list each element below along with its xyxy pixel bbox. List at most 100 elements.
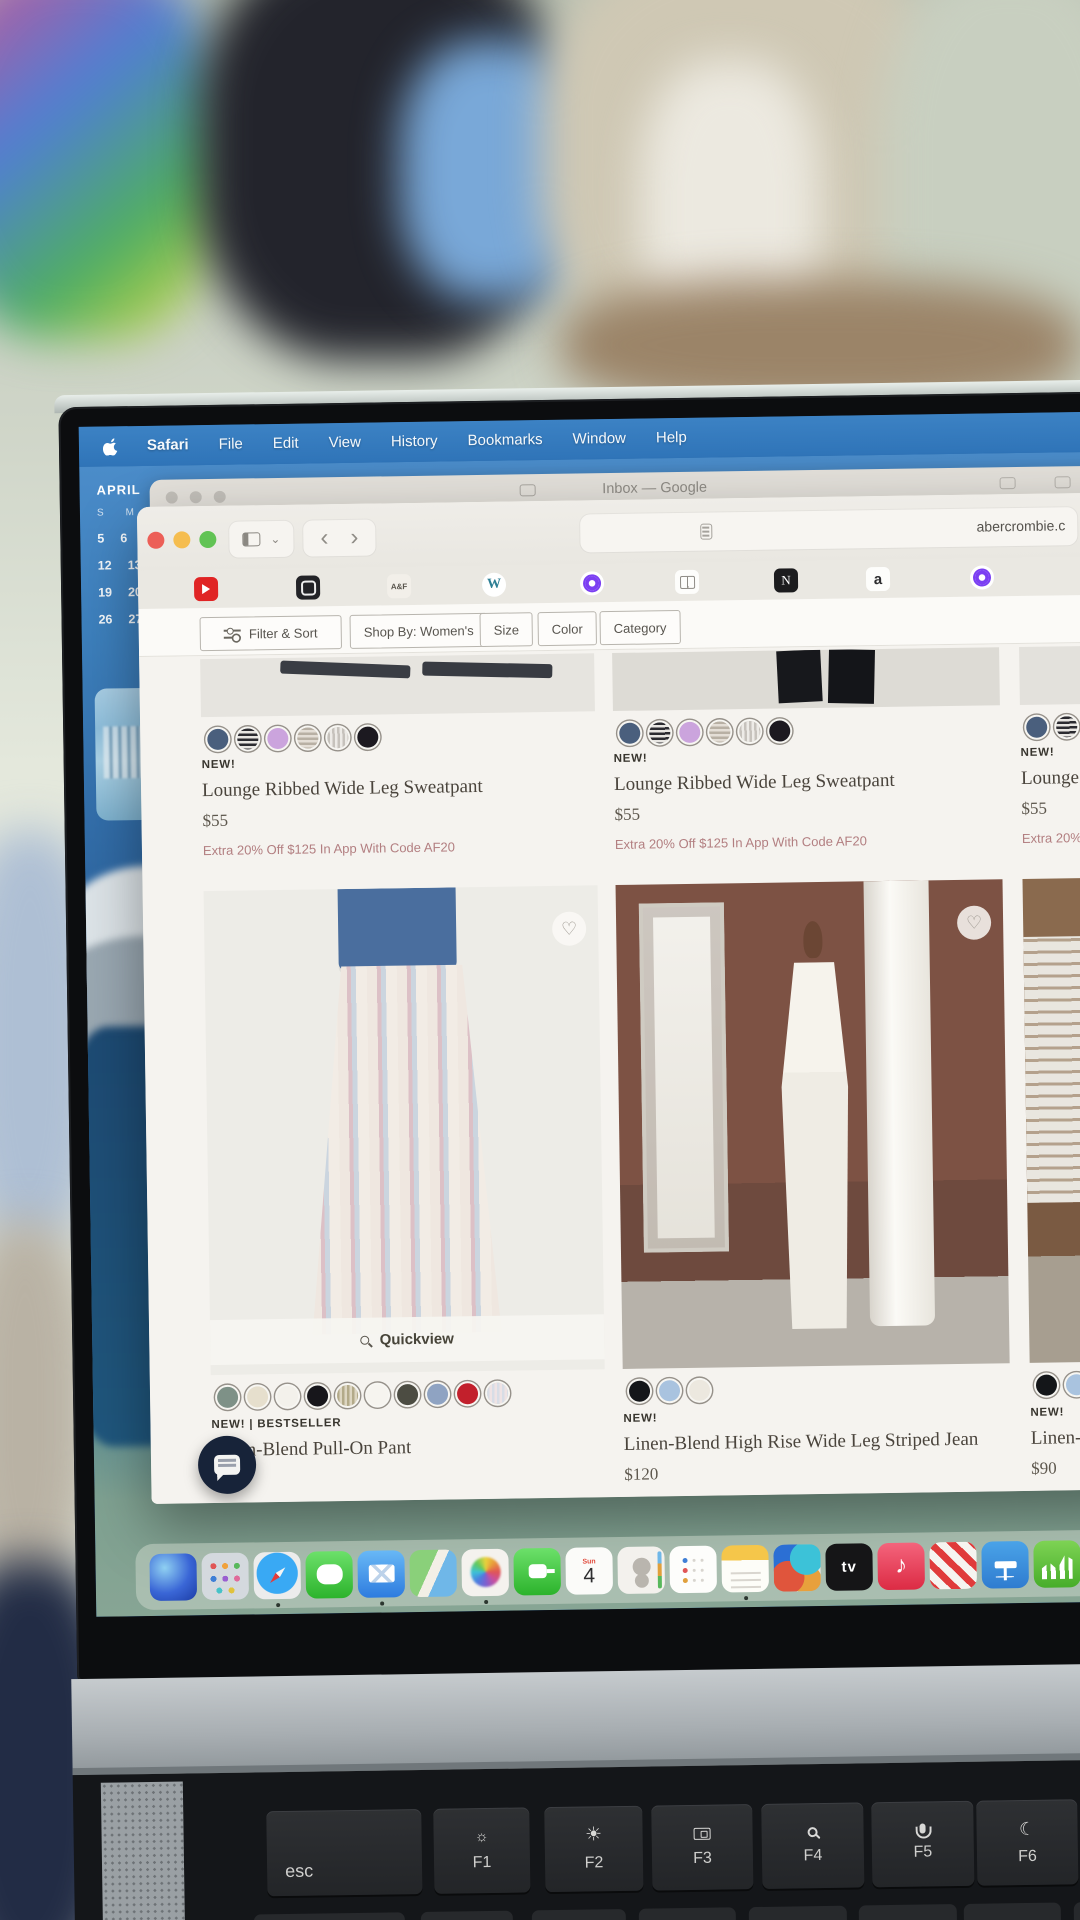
quickview-button[interactable]: Quickview xyxy=(209,1314,605,1366)
color-swatch[interactable] xyxy=(688,1379,711,1401)
appletv-dock-icon[interactable]: tv xyxy=(825,1542,874,1591)
calendar-dock-icon[interactable]: Sun 4 xyxy=(565,1546,614,1595)
key-f4[interactable]: F4 xyxy=(761,1802,865,1889)
calendar-date[interactable]: 5 xyxy=(97,532,104,546)
product-card[interactable]: NEW! Lounge Ribbed Wide Leg Sweatpant $55 E… xyxy=(200,653,597,869)
filter-button-size[interactable]: Size xyxy=(479,612,534,647)
instagram-favorite-icon[interactable] xyxy=(295,575,321,600)
reader-icon[interactable] xyxy=(700,523,713,540)
product-image[interactable] xyxy=(612,647,1000,712)
color-swatch[interactable] xyxy=(628,1380,651,1402)
grid-favorite-icon[interactable] xyxy=(674,569,700,595)
filter-button-shop-by-women-s[interactable]: Shop By: Women's xyxy=(349,612,488,649)
color-swatch[interactable] xyxy=(246,1386,269,1408)
product-image[interactable] xyxy=(615,879,1010,1369)
menu-history[interactable]: History xyxy=(376,432,453,451)
n-favorite-icon[interactable]: N xyxy=(773,568,799,593)
calendar-date[interactable]: 26 xyxy=(98,612,112,626)
reminders-dock-icon[interactable] xyxy=(669,1545,718,1593)
key-f1[interactable]: ☼ F1 xyxy=(433,1807,531,1894)
product-image[interactable] xyxy=(1019,644,1080,705)
close-button[interactable] xyxy=(147,531,165,549)
color-swatch[interactable] xyxy=(297,727,319,749)
forward-button[interactable]: › xyxy=(344,524,364,551)
menu-view[interactable]: View xyxy=(314,434,376,452)
color-swatch[interactable] xyxy=(486,1382,509,1404)
color-swatch[interactable] xyxy=(1026,716,1048,738)
product-card[interactable]: NEW! Lounge Ribbed Wide Leg Sweatpant $55 E… xyxy=(612,647,1002,863)
color-swatch[interactable] xyxy=(426,1383,449,1405)
minimize-button[interactable] xyxy=(173,531,191,549)
siri-dock-icon[interactable] xyxy=(149,1552,198,1601)
color-swatch[interactable] xyxy=(709,721,731,743)
zoom-button[interactable] xyxy=(199,530,217,549)
notes-dock-icon[interactable] xyxy=(721,1544,770,1600)
color-swatch[interactable] xyxy=(1065,1374,1080,1396)
address-bar[interactable]: abercrombie.c xyxy=(580,507,1078,553)
color-swatch[interactable] xyxy=(769,720,791,742)
second-row-key[interactable] xyxy=(858,1904,958,1920)
product-image[interactable] xyxy=(203,885,605,1376)
color-swatch[interactable] xyxy=(306,1385,329,1407)
color-swatch[interactable] xyxy=(649,722,671,744)
filter-button-color[interactable]: Color xyxy=(537,611,598,647)
color-swatch[interactable] xyxy=(619,722,641,744)
second-row-key[interactable] xyxy=(963,1902,1062,1920)
color-swatch[interactable] xyxy=(1035,1374,1058,1396)
colorapp-dock-icon[interactable] xyxy=(773,1543,822,1592)
facetime-dock-icon[interactable] xyxy=(513,1547,562,1596)
mail-dock-icon[interactable] xyxy=(357,1549,406,1606)
photos-dock-icon[interactable] xyxy=(461,1548,510,1604)
numbers-dock-icon[interactable] xyxy=(1033,1539,1080,1588)
key-f3[interactable]: F3 xyxy=(651,1804,754,1891)
color-swatch[interactable] xyxy=(658,1380,681,1402)
color-swatch[interactable] xyxy=(207,728,229,751)
color-swatch[interactable] xyxy=(276,1385,299,1408)
product-image[interactable] xyxy=(1022,876,1080,1363)
second-row-key[interactable] xyxy=(420,1910,514,1920)
apple-menu[interactable] xyxy=(102,437,118,456)
key-f5[interactable]: F5 xyxy=(871,1800,975,1888)
color-swatch[interactable] xyxy=(267,727,289,750)
product-image[interactable] xyxy=(200,653,595,718)
second-row-key[interactable] xyxy=(1073,1900,1080,1920)
menu-safari[interactable]: Safari xyxy=(132,436,204,454)
back-button[interactable]: ‹ xyxy=(314,524,334,551)
abercrombie-favorite-icon[interactable]: A&F xyxy=(386,574,412,599)
keynote-dock-icon[interactable] xyxy=(981,1540,1029,1589)
product-card[interactable]: NEW! Lounge Ri $55 Extra 20% xyxy=(1019,644,1080,857)
product-card[interactable]: NEW! Linen-Blend C $90 xyxy=(1022,876,1080,1491)
color-swatch[interactable] xyxy=(679,721,701,744)
color-swatch[interactable] xyxy=(237,728,259,750)
wordpress-favorite-icon[interactable] xyxy=(481,572,507,597)
menu-bookmarks[interactable]: Bookmarks xyxy=(452,431,557,450)
menu-file[interactable]: File xyxy=(204,435,258,453)
launchpad-dock-icon[interactable] xyxy=(201,1552,250,1600)
color-swatch[interactable] xyxy=(336,1384,359,1407)
youtube-favorite-icon[interactable] xyxy=(193,576,219,602)
color-swatch[interactable] xyxy=(739,720,761,743)
key-f6[interactable]: ☾ F6 xyxy=(976,1799,1079,1886)
calendar-date[interactable]: 6 xyxy=(120,531,127,545)
sidebar-toggle[interactable]: ⌄ xyxy=(229,520,294,558)
music-dock-icon[interactable]: ♪ xyxy=(877,1541,926,1590)
product-card[interactable]: ♡ Quickview NEW! | BESTSELLER Linen-Blend P… xyxy=(203,885,607,1503)
messages-dock-icon[interactable] xyxy=(305,1550,354,1599)
safari-dock-icon[interactable] xyxy=(253,1551,302,1607)
color-swatch[interactable] xyxy=(327,726,349,749)
news-dock-icon[interactable] xyxy=(929,1541,978,1589)
contacts-dock-icon[interactable] xyxy=(617,1545,666,1594)
menu-window[interactable]: Window xyxy=(557,430,641,448)
product-card[interactable]: ♡ NEW! Linen-Blend High Rise Wide Leg Stri… xyxy=(615,879,1012,1497)
menu-edit[interactable]: Edit xyxy=(258,434,314,452)
filter-button-category[interactable]: Category xyxy=(599,610,681,646)
color-swatch[interactable] xyxy=(357,726,379,748)
second-row-key[interactable] xyxy=(638,1907,737,1920)
second-row-key[interactable] xyxy=(253,1912,406,1920)
color-swatch[interactable] xyxy=(456,1383,479,1405)
purple-favorite-icon[interactable] xyxy=(969,565,995,590)
color-swatch[interactable] xyxy=(1056,716,1078,738)
second-row-key[interactable] xyxy=(748,1905,848,1920)
color-swatch[interactable] xyxy=(366,1384,389,1406)
color-swatch[interactable] xyxy=(396,1383,419,1406)
